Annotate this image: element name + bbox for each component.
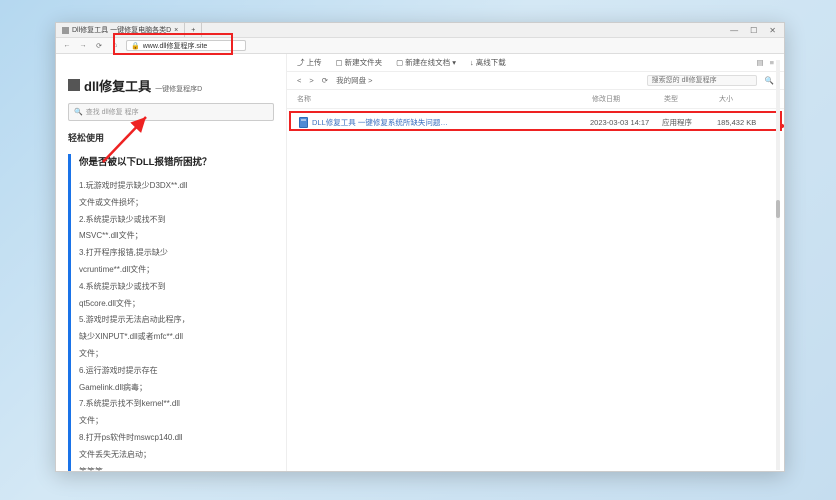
question-item: 8.打开ps软件时mswcp140.dll [79,430,274,447]
question-item: Gamelink.dll病毒； [79,380,274,397]
app-title: dll修复工具 一键修复程序D [68,76,274,95]
new-folder-button[interactable]: ▢新建文件夹 [336,57,383,68]
nav-home-icon[interactable]: ⌂ [110,42,120,49]
file-toolbar: ⤴上传 ▢新建文件夹 ▢新建在线文档 ▾ ↓离线下载 ▤ ≡ [287,54,784,72]
breadcrumb-bar: < > ⟳ 我的网盘 > 🔍 [287,72,784,90]
file-name: DLL修复工具 一键修复系统所缺失问题… [312,117,448,128]
question-item: 文件； [79,413,274,430]
browser-tab[interactable]: Dll修复工具 一键修复电脑各类D × [56,23,185,37]
favicon [62,27,69,34]
col-mtime[interactable]: 修改日期 [592,94,664,104]
col-type[interactable]: 类型 [664,94,719,104]
app-logo-icon [68,79,80,91]
question-item: 文件或文件损坏； [79,195,274,212]
page-content: dll修复工具 一键修复程序D 🔍 查找 dll修复 程序 轻松使用 你是否被以… [56,54,784,471]
folder-icon: ▢ [336,58,343,67]
question-item: 3.打开程序报错,提示缺少 [79,245,274,262]
question-item: 5.游戏时提示无法启动此程序， [79,312,274,329]
window-maximize-icon[interactable]: ☐ [750,26,757,35]
tab-close-icon[interactable]: × [174,27,178,34]
left-search[interactable]: 🔍 查找 dll修复 程序 [68,103,274,121]
question-item: 文件； [79,346,274,363]
file-icon [299,117,308,128]
question-item: 等等等…… [79,464,274,471]
file-type: 应用程序 [662,117,717,128]
view-list-icon[interactable]: ≡ [770,58,774,67]
tab-title: Dll修复工具 一键修复电脑各类D [72,25,171,35]
col-name[interactable]: 名称 [297,94,592,104]
question-item: MSVC**.dll文件； [79,228,274,245]
upload-button[interactable]: ⤴上传 [297,57,322,68]
browser-window: Dll修复工具 一键修复电脑各类D × + — ☐ ✕ ← → ⟳ ⌂ 🔒 dl… [55,22,785,472]
question-block: 你是否被以下DLL报错所困扰？ 1.玩游戏时提示缺少D3DX**.dll文件或文… [68,154,274,471]
breadcrumb[interactable]: 我的网盘 > [336,75,372,86]
file-size: 185,432 KB [717,118,772,127]
url-bar[interactable]: 🔒 [126,40,246,51]
doc-icon: ▢ [396,58,403,67]
app-title-sub: 一键修复程序D [155,84,202,94]
question-item: 文件丢失无法启动； [79,447,274,464]
view-grid-icon[interactable]: ▤ [757,58,764,67]
column-headers: 名称 修改日期 类型 大小 [287,90,784,109]
scrollbar-thumb[interactable] [776,200,780,218]
nav-back-icon[interactable]: ← [62,42,72,49]
file-name-cell: DLL修复工具 一键修复系统所缺失问题… [299,117,590,128]
question-list: 1.玩游戏时提示缺少D3DX**.dll文件或文件损坏；2.系统提示缺少或找不到… [79,178,274,471]
question-item: qt5core.dll文件； [79,296,274,313]
nav-forward-icon[interactable]: → [78,42,88,49]
window-minimize-icon[interactable]: — [730,26,738,35]
left-panel: dll修复工具 一键修复程序D 🔍 查找 dll修复 程序 轻松使用 你是否被以… [56,54,286,471]
nav-reload-icon[interactable]: ⟳ [94,42,104,50]
question-item: 1.玩游戏时提示缺少D3DX**.dll [79,178,274,195]
question-item: 7.系统提示找不到kernel**.dll [79,396,274,413]
question-item: 4.系统提示缺少或找不到 [79,279,274,296]
window-close-icon[interactable]: ✕ [769,26,776,35]
search-placeholder: 查找 dll修复 程序 [86,107,139,117]
file-panel: ⤴上传 ▢新建文件夹 ▢新建在线文档 ▾ ↓离线下载 ▤ ≡ < > ⟳ 我的网… [286,54,784,471]
titlebar: Dll修复工具 一键修复电脑各类D × + — ☐ ✕ [56,23,784,38]
download-icon: ↓ [470,58,474,67]
app-title-main: dll修复工具 [84,76,151,95]
col-size[interactable]: 大小 [719,94,774,104]
path-reload-icon[interactable]: ⟳ [322,76,328,85]
offline-download-button[interactable]: ↓离线下载 [470,57,506,68]
file-search-input[interactable] [647,75,757,86]
lock-icon: 🔒 [131,42,140,50]
scrollbar[interactable] [776,60,780,470]
section-head: 轻松使用 [68,131,274,144]
new-tab-button[interactable]: + [185,23,202,37]
file-row[interactable]: DLL修复工具 一键修复系统所缺失问题… 2023-03-03 14:17 应用… [293,113,778,132]
search-icon: 🔍 [74,108,83,116]
question-item: 6.运行游戏时提示存在 [79,363,274,380]
url-input[interactable] [143,42,241,49]
question-title: 你是否被以下DLL报错所困扰？ [79,154,274,168]
file-row-container: DLL修复工具 一键修复系统所缺失问题… 2023-03-03 14:17 应用… [287,109,784,136]
path-back-icon[interactable]: < [297,76,301,85]
search-icon[interactable]: 🔍 [765,76,774,85]
new-online-doc-button[interactable]: ▢新建在线文档 ▾ [396,57,456,68]
upload-icon: ⤴ [297,57,305,68]
question-item: vcruntime**.dll文件； [79,262,274,279]
question-item: 缺少XINPUT*.dll或者mfc**.dll [79,329,274,346]
question-item: 2.系统提示缺少或找不到 [79,212,274,229]
address-bar: ← → ⟳ ⌂ 🔒 [56,38,784,54]
path-forward-icon[interactable]: > [309,76,313,85]
file-mtime: 2023-03-03 14:17 [590,118,662,127]
